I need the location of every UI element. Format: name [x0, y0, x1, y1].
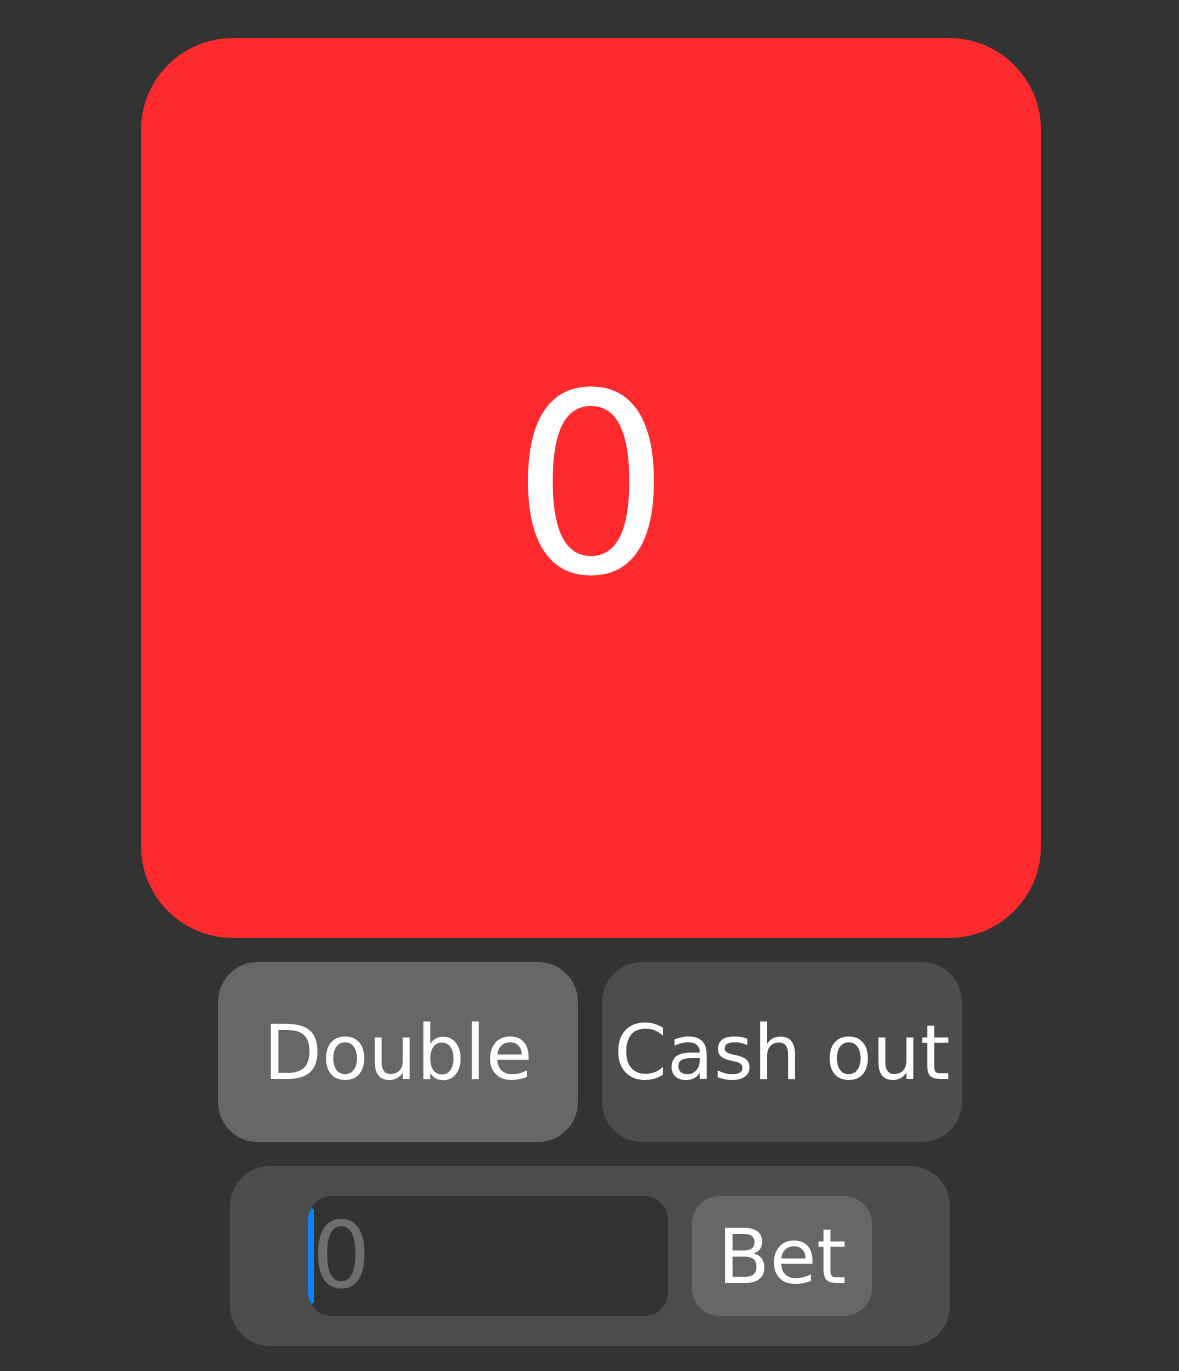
cash-out-button[interactable]: Cash out [602, 962, 962, 1142]
double-button-label: Double [263, 1007, 533, 1097]
bet-panel: 0 Bet [230, 1166, 950, 1346]
double-button[interactable]: Double [218, 962, 578, 1142]
score-value: 0 [511, 339, 671, 631]
cash-out-button-label: Cash out [613, 1007, 951, 1097]
text-caret [308, 1208, 314, 1304]
bet-button-label: Bet [717, 1211, 847, 1301]
score-display: 0 [141, 38, 1041, 938]
bet-amount-input[interactable]: 0 [308, 1196, 668, 1316]
bet-amount-placeholder: 0 [312, 1202, 371, 1309]
bet-button[interactable]: Bet [692, 1196, 872, 1316]
